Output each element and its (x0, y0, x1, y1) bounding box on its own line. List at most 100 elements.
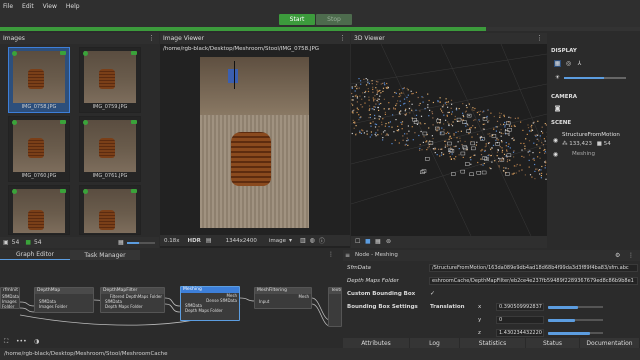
thumbnail-size-slider[interactable] (127, 242, 155, 244)
point-cloud-point (541, 172, 543, 174)
more-dots-icon[interactable]: ••• (16, 338, 27, 345)
point-cloud-point (541, 126, 543, 128)
node-port[interactable]: Depth Maps Folder (101, 304, 164, 309)
point-size-slider[interactable] (564, 77, 626, 79)
target-icon[interactable]: ⊚ (386, 238, 391, 245)
tab-status[interactable]: Status (526, 338, 580, 348)
brightness-icon[interactable]: ☀ (554, 74, 561, 81)
point-cloud-point (414, 132, 416, 134)
node-port[interactable]: Images Folder (1, 299, 19, 309)
node-depthmap[interactable]: DepthMap SfMData Images Folder (34, 287, 94, 313)
tab-log[interactable]: Log (410, 338, 460, 348)
fit-view-icon[interactable]: ⛶ (4, 338, 8, 346)
viewer-photo[interactable] (200, 57, 309, 228)
hdr-toggle[interactable]: HDR (188, 238, 201, 244)
node-meshfiltering[interactable]: MeshFiltering Mesh Input (254, 287, 312, 309)
menu-view[interactable]: View (43, 3, 57, 10)
visibility-eye-icon[interactable]: ◉ (552, 137, 559, 144)
point-cloud-point (431, 135, 433, 137)
tab-statistics[interactable]: Statistics (460, 338, 526, 348)
point-cloud-point (359, 95, 361, 97)
square-icon[interactable]: ■ (365, 238, 371, 245)
image-thumb-0761[interactable]: IMG_0761.JPG (79, 116, 141, 182)
axis-icon[interactable]: ⅄ (576, 60, 583, 67)
point-cloud-point (378, 115, 380, 117)
metadata-icon[interactable]: ▥ (300, 237, 306, 244)
start-button[interactable]: Start (279, 14, 315, 25)
z-field[interactable]: 1.430234432220 (496, 329, 544, 337)
grid-view-icon[interactable]: ▦ (554, 60, 561, 67)
tab-graph-editor[interactable]: Graph Editor (0, 250, 70, 260)
scene-item-sfm[interactable]: StructureFromMotion (562, 132, 620, 138)
layers-icon[interactable]: ▤ (206, 237, 212, 244)
more-options-icon[interactable]: ⋮ (339, 34, 346, 42)
node-port[interactable]: Depth Maps Folder (181, 308, 239, 313)
tab-task-manager[interactable]: Task Manager (70, 250, 140, 260)
globe-icon[interactable]: ◍ (310, 237, 315, 244)
z-slider[interactable] (548, 331, 603, 335)
node-depthmapfilter[interactable]: DepthMapFilter Filtered DepthMaps Folder… (100, 287, 165, 313)
point-cloud-point (451, 125, 454, 127)
point-cloud-point (452, 121, 454, 123)
menu-file[interactable]: File (3, 3, 13, 10)
more-options-icon[interactable]: ⋮ (148, 34, 155, 42)
info-icon[interactable]: ⓘ (319, 236, 325, 245)
point-cloud-point (443, 129, 445, 131)
stop-button[interactable]: Stop (316, 14, 352, 25)
image-thumb-0759[interactable]: IMG_0759.JPG (79, 47, 141, 113)
grid-icon[interactable]: ▦ (375, 238, 381, 245)
image-thumb-0760[interactable]: IMG_0760.JPG (8, 116, 70, 182)
tab-attributes[interactable]: Attributes (343, 338, 410, 348)
display-panel: DISPLAY ▦ ◎ ⅄ ☀ CAMERA ◙ SCENE ◉ Structu… (548, 33, 640, 248)
target-view-icon[interactable]: ◎ (565, 60, 572, 67)
point-cloud-point (513, 156, 515, 158)
node-prepare[interactable]: rfmInit SfMData Images Folder (0, 287, 20, 309)
camera-icon[interactable]: ◙ (554, 105, 561, 112)
custom-bbox-checkbox[interactable]: ✓ (430, 290, 438, 298)
visibility-eye-icon[interactable]: ◉ (552, 151, 559, 158)
more-options-icon[interactable]: ⋮ (328, 251, 334, 258)
image-thumb-0762[interactable] (8, 185, 70, 235)
sfmdata-field[interactable]: /StructureFromMotion/163da089e9db4ad18d6… (429, 264, 638, 272)
x-field[interactable]: 0.390509992837 (496, 303, 544, 311)
node-port[interactable]: Images Folder (35, 304, 93, 309)
point-cloud-point (467, 124, 469, 126)
checkbox-icon[interactable]: ☐ (355, 238, 360, 245)
scene-item-meshing[interactable]: Meshing (572, 151, 595, 157)
camera-icon (60, 189, 66, 193)
point-cloud-point (447, 131, 449, 133)
image-thumb-0758[interactable]: IMG_0758.JPG (8, 47, 70, 113)
point-cloud-point (504, 124, 506, 126)
chevron-down-icon[interactable]: ▾ (289, 237, 292, 244)
menu-edit[interactable]: Edit (22, 3, 34, 10)
y-slider[interactable] (548, 318, 603, 322)
image-thumb-0763[interactable] (79, 185, 141, 235)
point-cloud-point (431, 111, 433, 113)
point-cloud-point (525, 138, 527, 140)
y-field[interactable]: 0 (496, 316, 544, 324)
point-cloud-point (354, 85, 356, 88)
settings-icon[interactable]: ⚙ (615, 252, 620, 259)
x-slider[interactable] (548, 305, 603, 309)
image-icon: ▣ (3, 239, 9, 246)
settings-icon[interactable]: ◑ (34, 338, 39, 345)
sfm-point-count: 133,423 (569, 141, 592, 147)
node-meshing[interactable]: Meshing Mesh Dense SfMData SfMData Depth… (180, 286, 240, 321)
point-cloud-point (358, 87, 360, 89)
image-mode-select[interactable]: image (269, 238, 286, 244)
point-cloud-point (508, 143, 510, 145)
menu-help[interactable]: Help (66, 3, 80, 10)
point-cloud-point (399, 113, 401, 115)
depthmaps-field[interactable]: eshroomCache/DepthMapFilter/eb2ce4e237fb… (429, 277, 638, 285)
point-cloud-point (399, 104, 402, 107)
more-options-icon[interactable]: ⋮ (536, 34, 543, 42)
tab-documentation[interactable]: Documentation (580, 338, 640, 348)
more-options-icon[interactable]: ⋮ (628, 252, 634, 259)
check-icon (12, 51, 17, 56)
node-port[interactable]: Input (255, 299, 311, 304)
point-cloud-point (412, 139, 414, 141)
point-cloud-point (398, 89, 400, 91)
node-texturing[interactable]: Texturi (328, 287, 342, 327)
point-cloud-canvas[interactable] (351, 44, 547, 236)
point-cloud-point (545, 124, 547, 126)
